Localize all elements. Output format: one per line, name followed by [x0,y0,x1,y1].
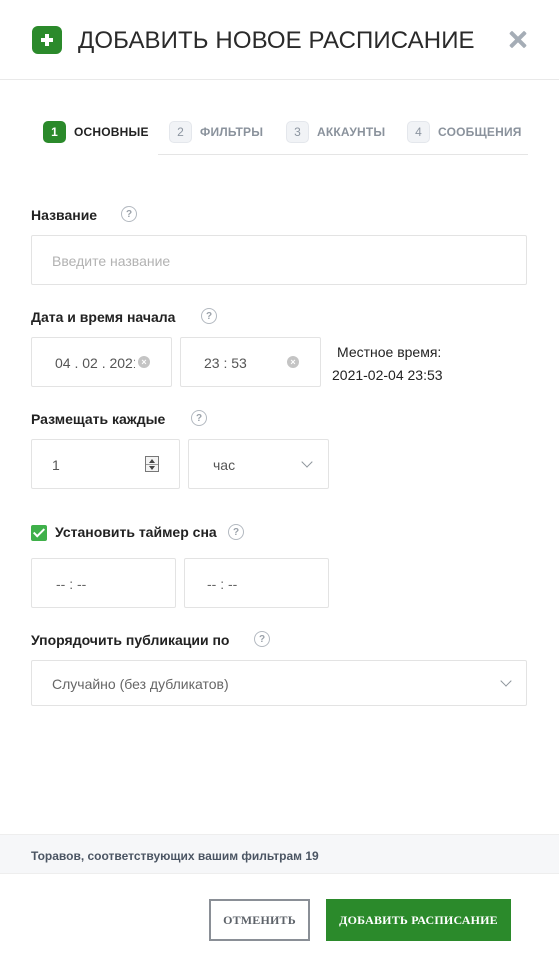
start-time-input[interactable]: 23 : 53 × [180,337,321,387]
interval-stepper[interactable]: 1 [31,439,180,489]
sleep-timer-checkbox[interactable] [31,525,47,541]
help-icon[interactable]: ? [191,410,207,426]
start-date-value: 04 . 02 . 2021 [55,355,135,371]
interval-value: 1 [52,457,60,473]
help-icon[interactable]: ? [254,631,270,647]
cancel-button[interactable]: ОТМЕНИТЬ [209,899,310,941]
tab-step-number: 1 [43,121,66,143]
tab-label: ОСНОВНЫЕ [74,125,149,139]
tab-label: СООБЩЕНИЯ [438,125,522,139]
tab-step-number: 4 [407,121,430,143]
interval-unit-select[interactable]: час [188,439,329,489]
start-date-input[interactable]: 04 . 02 . 2021 × [31,337,172,387]
filter-match-bar: Торавов, соответствующих вашим фильтрам … [0,834,559,874]
name-label: Название [31,207,98,223]
tab-label: АККАУНТЫ [317,125,386,139]
dialog-header: ДОБАВИТЬ НОВОЕ РАСПИСАНИЕ [0,0,559,80]
help-icon[interactable]: ? [201,308,217,324]
plus-icon [32,26,62,54]
start-time-value: 23 : 53 [204,355,247,371]
chevron-down-icon [500,675,512,687]
sleep-to-value: -- : -- [207,576,238,592]
sleep-to-time-input[interactable]: -- : -- [184,558,329,608]
sleep-timer-label: Установить таймер сна [55,524,217,540]
sleep-from-value: -- : -- [56,576,87,592]
order-value: Случайно (без дубликатов) [52,676,229,692]
tab-accounts[interactable]: 3 АККАУНТЫ [286,121,385,143]
close-icon[interactable] [506,28,530,52]
sleep-from-time-input[interactable]: -- : -- [31,558,176,608]
tab-label: ФИЛЬТРЫ [200,125,264,139]
start-datetime-label: Дата и время начала [31,309,176,325]
stepper-arrows-icon[interactable] [145,456,159,472]
order-label: Упорядочить публикации по [31,632,230,648]
local-time-label: Местное время: [337,344,442,360]
tab-step-number: 2 [169,121,192,143]
help-icon[interactable]: ? [228,524,244,540]
local-time-value: 2021-02-04 23:53 [332,367,443,383]
active-tab-indicator [31,153,158,155]
clear-icon[interactable]: × [287,356,299,368]
dialog-title: ДОБАВИТЬ НОВОЕ РАСПИСАНИЕ [78,27,475,54]
clear-icon[interactable]: × [138,356,150,368]
interval-unit-value: час [213,457,236,473]
name-field-wrapper [31,235,527,285]
tab-step-number: 3 [286,121,309,143]
tab-messages[interactable]: 4 СООБЩЕНИЯ [407,121,522,143]
tab-basic[interactable]: 1 ОСНОВНЫЕ [43,121,149,143]
tab-filters[interactable]: 2 ФИЛЬТРЫ [169,121,263,143]
help-icon[interactable]: ? [121,206,137,222]
interval-label: Размещать каждые [31,411,166,427]
order-select[interactable]: Случайно (без дубликатов) [31,660,527,706]
name-input[interactable] [52,251,502,271]
wizard-tabs: 1 ОСНОВНЫЕ 2 ФИЛЬТРЫ 3 АККАУНТЫ 4 СООБЩЕ… [31,112,528,155]
add-schedule-button[interactable]: ДОБАВИТЬ РАСПИСАНИЕ [326,899,511,941]
chevron-down-icon [301,456,313,468]
filter-match-count: Торавов, соответствующих вашим фильтрам … [31,849,319,863]
